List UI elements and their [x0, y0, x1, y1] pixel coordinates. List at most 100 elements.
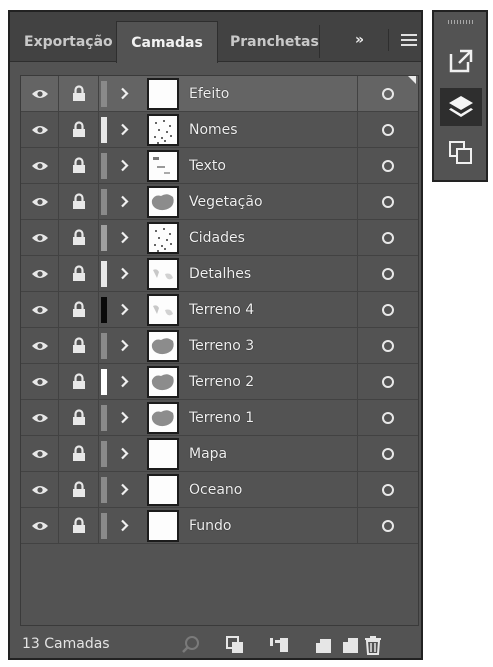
layer-name[interactable]: Terreno 1 [189, 400, 359, 435]
lock-toggle[interactable] [59, 508, 99, 543]
visibility-toggle[interactable] [21, 508, 59, 543]
lock-toggle[interactable] [59, 328, 99, 363]
layer-name[interactable]: Vegetação [189, 184, 359, 219]
layer-name[interactable]: Detalhes [189, 256, 359, 291]
lock-icon [72, 409, 86, 426]
target-toggle[interactable] [357, 328, 417, 363]
target-circle-icon [381, 159, 394, 172]
target-toggle[interactable] [357, 400, 417, 435]
target-toggle[interactable] [357, 184, 417, 219]
visibility-toggle[interactable] [21, 472, 59, 507]
visibility-toggle[interactable] [21, 256, 59, 291]
lock-toggle[interactable] [59, 364, 99, 399]
layer-row[interactable]: Terreno 1 [21, 400, 418, 436]
visibility-toggle[interactable] [21, 292, 59, 327]
target-toggle[interactable] [357, 364, 417, 399]
visibility-toggle[interactable] [21, 184, 59, 219]
layer-name[interactable]: Texto [189, 148, 359, 183]
visibility-toggle[interactable] [21, 76, 59, 111]
lock-toggle[interactable] [59, 112, 99, 147]
dock-export-button[interactable] [440, 42, 482, 80]
visibility-toggle[interactable] [21, 148, 59, 183]
lock-toggle[interactable] [59, 256, 99, 291]
expand-toggle[interactable] [115, 184, 133, 219]
layer-row[interactable]: Oceano [21, 472, 418, 508]
layer-row[interactable]: Vegetação [21, 184, 418, 220]
layer-name[interactable]: Mapa [189, 436, 359, 471]
search-icon[interactable] [180, 634, 202, 656]
layer-row[interactable]: Nomes [21, 112, 418, 148]
expand-toggle[interactable] [115, 328, 133, 363]
target-toggle[interactable] [357, 148, 417, 183]
layer-name[interactable]: Nomes [189, 112, 359, 147]
eye-icon [31, 196, 49, 208]
expand-toggle[interactable] [115, 112, 133, 147]
target-toggle[interactable] [357, 220, 417, 255]
panel-menu-icon[interactable] [401, 34, 417, 47]
make-clipping-mask-icon[interactable] [268, 634, 290, 656]
lock-toggle[interactable] [59, 184, 99, 219]
layer-row[interactable]: Detalhes [21, 256, 418, 292]
layer-row[interactable]: Efeito [21, 76, 418, 112]
target-toggle[interactable] [357, 292, 417, 327]
layer-name[interactable]: Terreno 3 [189, 328, 359, 363]
visibility-toggle[interactable] [21, 364, 59, 399]
dock-artboards-button[interactable] [440, 134, 482, 172]
expand-toggle[interactable] [115, 364, 133, 399]
dock-grip[interactable] [448, 20, 474, 24]
target-toggle[interactable] [357, 256, 417, 291]
lock-toggle[interactable] [59, 148, 99, 183]
layer-row[interactable]: Cidades [21, 220, 418, 256]
target-toggle[interactable] [357, 436, 417, 471]
tab-layers[interactable]: Camadas [116, 21, 218, 63]
visibility-toggle[interactable] [21, 436, 59, 471]
expand-toggle[interactable] [115, 400, 133, 435]
layer-row[interactable]: Texto [21, 148, 418, 184]
layer-name[interactable]: Cidades [189, 220, 359, 255]
layer-name[interactable]: Oceano [189, 472, 359, 507]
layer-name[interactable]: Fundo [189, 508, 359, 543]
lock-toggle[interactable] [59, 76, 99, 111]
expand-toggle[interactable] [115, 220, 133, 255]
visibility-toggle[interactable] [21, 112, 59, 147]
tab-artboards[interactable]: Pranchetas [224, 21, 320, 62]
layer-name[interactable]: Terreno 2 [189, 364, 359, 399]
layer-color-swatch [101, 477, 107, 503]
layer-row[interactable]: Mapa [21, 436, 418, 472]
expand-toggle[interactable] [115, 76, 133, 111]
tab-export[interactable]: Exportação [24, 21, 116, 62]
delete-icon[interactable] [362, 634, 384, 656]
target-circle-icon [381, 267, 394, 280]
dock-layers-button[interactable] [440, 88, 482, 126]
expand-toggle[interactable] [115, 148, 133, 183]
layer-row[interactable]: Terreno 2 [21, 364, 418, 400]
new-layer-icon[interactable] [340, 634, 362, 656]
layer-row[interactable]: Terreno 4 [21, 292, 418, 328]
collect-for-export-icon[interactable] [224, 634, 246, 656]
expand-toggle[interactable] [115, 292, 133, 327]
target-toggle[interactable] [357, 112, 417, 147]
visibility-toggle[interactable] [21, 400, 59, 435]
visibility-toggle[interactable] [21, 220, 59, 255]
resize-grip[interactable] [206, 658, 240, 660]
expand-toggle[interactable] [115, 472, 133, 507]
lock-toggle[interactable] [59, 400, 99, 435]
expand-toggle[interactable] [115, 436, 133, 471]
artboards-icon [449, 141, 472, 164]
target-toggle[interactable] [357, 472, 417, 507]
lock-toggle[interactable] [59, 436, 99, 471]
more-tabs-button[interactable]: » [355, 32, 364, 48]
expand-toggle[interactable] [115, 256, 133, 291]
visibility-toggle[interactable] [21, 328, 59, 363]
layer-name[interactable]: Efeito [189, 76, 359, 111]
layer-row[interactable]: Fundo [21, 508, 418, 544]
expand-toggle[interactable] [115, 508, 133, 543]
lock-toggle[interactable] [59, 472, 99, 507]
lock-icon [72, 517, 86, 534]
layer-row[interactable]: Terreno 3 [21, 328, 418, 364]
layer-name[interactable]: Terreno 4 [189, 292, 359, 327]
lock-toggle[interactable] [59, 220, 99, 255]
target-toggle[interactable] [357, 508, 417, 543]
lock-toggle[interactable] [59, 292, 99, 327]
new-sublayer-icon[interactable] [312, 634, 334, 656]
